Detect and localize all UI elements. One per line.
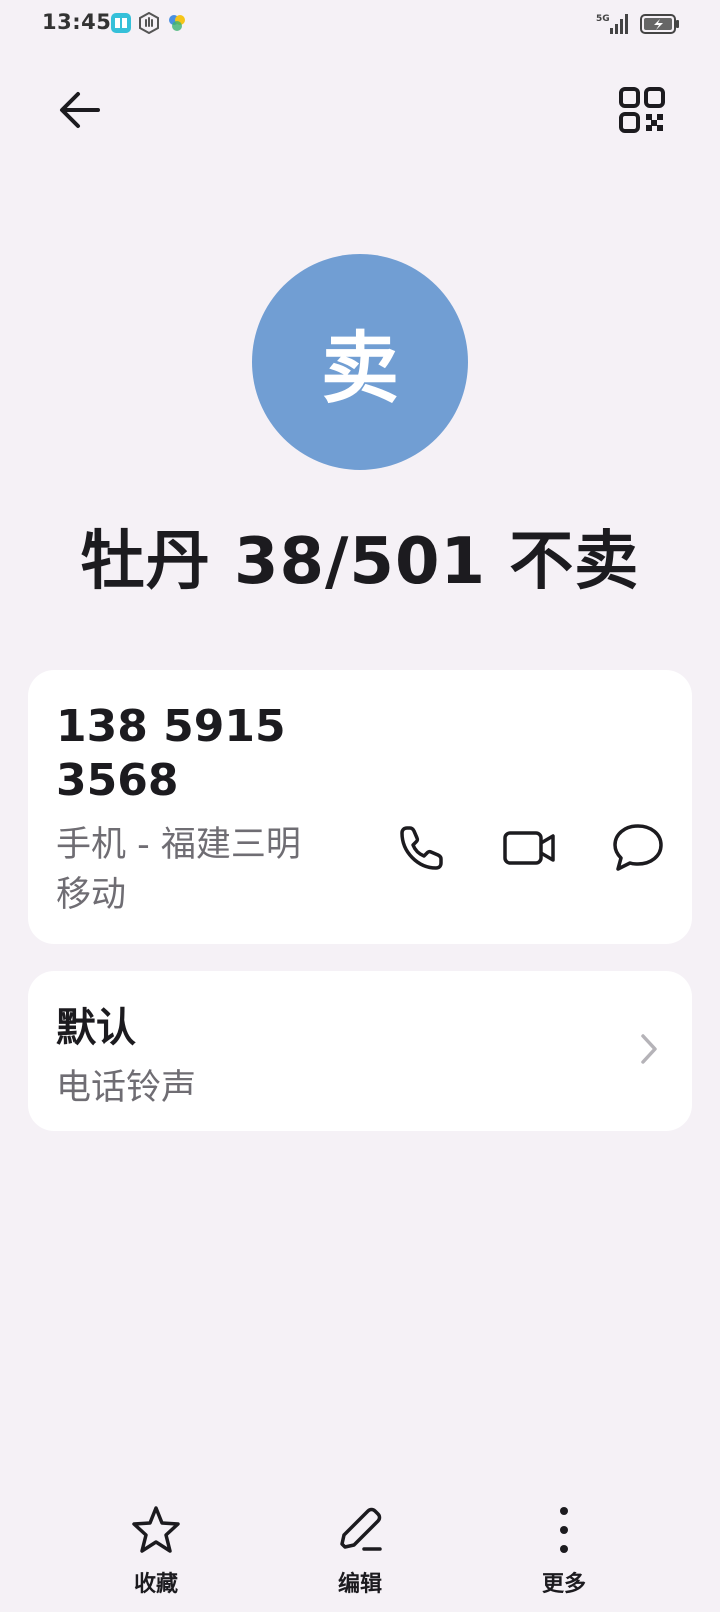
battery-icon (640, 13, 680, 39)
pinwheel-icon (166, 12, 188, 34)
ringtone-subtitle: 电话铃声 (56, 1068, 197, 1108)
contact-name: 牡丹 38/501 不卖 (80, 525, 640, 599)
book-app-icon (110, 12, 132, 34)
ringtone-title: 默认 (56, 1005, 136, 1051)
phone-number-line-1: 138 5915 (56, 701, 286, 752)
message-icon (613, 824, 663, 871)
edit-label: 编辑 (337, 1572, 382, 1597)
pencil-icon (330, 1500, 390, 1560)
phone-number: 138 5915 3568 (56, 700, 356, 808)
phone-type: 手机 - 福建三明 移动 (56, 820, 356, 920)
phone-type-line-2: 移动 (56, 875, 127, 915)
back-button[interactable] (48, 78, 112, 142)
more-label: 更多 (541, 1572, 586, 1597)
favorite-button[interactable]: 收藏 (86, 1500, 226, 1610)
chevron-right-icon (634, 1029, 664, 1069)
hand-icon (138, 12, 160, 34)
more-button[interactable]: 更多 (494, 1500, 634, 1610)
phone-number-card[interactable]: 138 5915 3568 手机 - 福建三明 移动 (28, 670, 692, 944)
star-icon (126, 1500, 186, 1560)
qr-code-button[interactable] (610, 78, 674, 142)
arrow-left-icon (60, 92, 100, 128)
phone-type-line-1: 手机 - 福建三明 (56, 825, 301, 865)
contact-avatar[interactable]: 卖 (252, 254, 468, 470)
favorite-label: 收藏 (133, 1572, 178, 1597)
svg-text:5G: 5G (596, 14, 610, 24)
phone-number-line-2: 3568 (56, 755, 179, 806)
qr-code-icon (619, 87, 665, 133)
signal-icon: 5G (596, 12, 630, 40)
system-status: 5G (596, 12, 680, 40)
edit-button[interactable]: 编辑 (290, 1500, 430, 1610)
avatar-initial: 卖 (320, 324, 399, 414)
message-button[interactable] (596, 806, 680, 890)
phone-icon (400, 826, 443, 870)
status-time: 13:45 (42, 10, 112, 34)
more-vertical-icon (534, 1500, 594, 1560)
video-icon (503, 831, 555, 865)
video-call-button[interactable] (488, 806, 572, 890)
notification-icons (110, 12, 188, 34)
ringtone-card[interactable]: 默认 电话铃声 (28, 971, 692, 1131)
status-bar: 13:45 5G (0, 0, 720, 48)
call-button[interactable] (380, 806, 464, 890)
